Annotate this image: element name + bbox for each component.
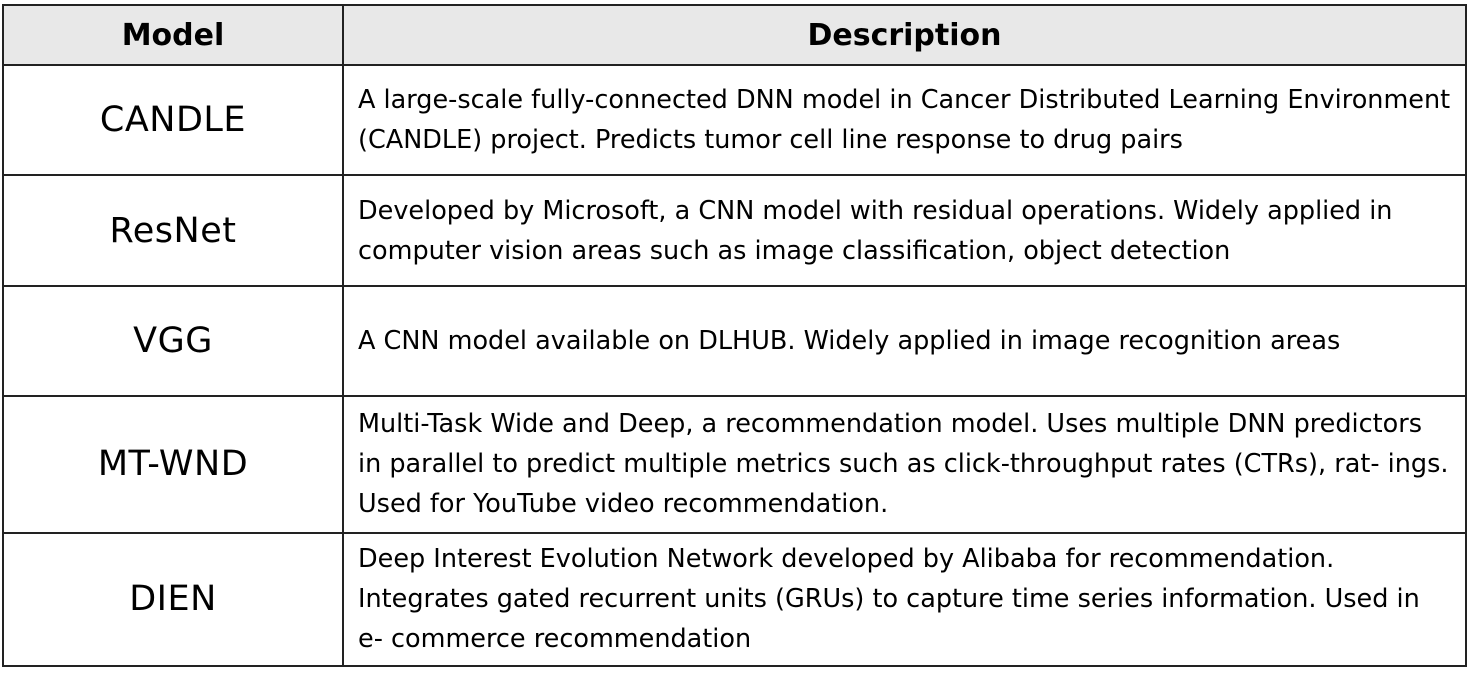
model-name-cell: VGG (2, 284, 344, 398)
model-name-cell: CANDLE (2, 63, 344, 177)
header-row: Model Description (2, 4, 1467, 66)
header-description: Description (342, 4, 1467, 66)
model-name-cell: MT-WND (2, 395, 344, 534)
description-cell: A CNN model available on DLHUB. Widely a… (342, 284, 1467, 398)
description-cell: Deep Interest Evolution Network develope… (342, 531, 1467, 668)
header-model: Model (2, 4, 344, 66)
description-cell: Developed by Microsoft, a CNN model with… (342, 174, 1467, 287)
table-row: ResNet Developed by Microsoft, a CNN mod… (2, 174, 1467, 287)
table-row: CANDLE A large-scale fully-connected DNN… (2, 63, 1467, 177)
description-cell: Multi-Task Wide and Deep, a recommendati… (342, 395, 1467, 534)
table-row: VGG A CNN model available on DLHUB. Wide… (2, 284, 1467, 398)
model-name-cell: ResNet (2, 174, 344, 287)
table-row: DIEN Deep Interest Evolution Network dev… (2, 531, 1467, 668)
model-table-container: Model Description CANDLE A large-scale f… (2, 4, 1467, 668)
table-row: MT-WND Multi-Task Wide and Deep, a recom… (2, 395, 1467, 534)
model-name-cell: DIEN (2, 531, 344, 668)
description-cell: A large-scale fully-connected DNN model … (342, 63, 1467, 177)
model-description-table: Model Description CANDLE A large-scale f… (2, 4, 1467, 668)
